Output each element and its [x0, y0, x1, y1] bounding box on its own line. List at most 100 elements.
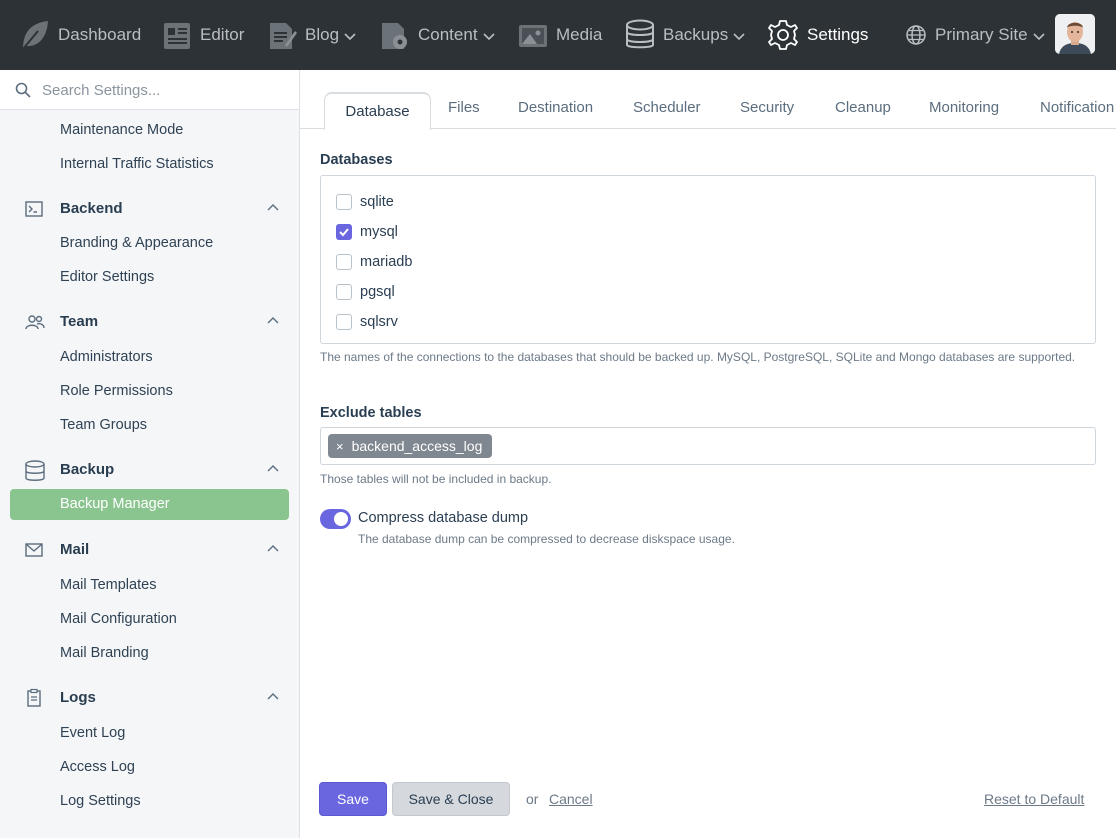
nav-backups[interactable]: Backups	[625, 0, 745, 70]
nav-editor[interactable]: Editor	[162, 0, 244, 70]
checkmark-icon	[339, 228, 349, 237]
nav-backups-label: Backups	[663, 25, 729, 44]
checkbox-sqlsrv[interactable]: sqlsrv	[336, 313, 398, 331]
sidebar-item-event-log[interactable]: Event Log	[60, 725, 125, 741]
tab-files[interactable]: Files	[448, 99, 480, 116]
chevron-up-icon	[267, 693, 279, 700]
compress-dump-label: Compress database dump	[358, 510, 529, 526]
globe-icon	[906, 25, 926, 45]
nav-dashboard[interactable]: Dashboard	[20, 0, 141, 70]
content-icon	[382, 23, 407, 49]
mail-icon	[25, 543, 43, 557]
sidebar-item-maintenance-mode[interactable]: Maintenance Mode	[60, 122, 183, 138]
checkbox[interactable]	[336, 314, 352, 330]
tab-cleanup[interactable]: Cleanup	[835, 99, 891, 116]
nav-editor-label: Editor	[200, 25, 245, 44]
chevron-up-icon	[267, 317, 279, 324]
checkbox-sqlite[interactable]: sqlite	[336, 193, 394, 211]
avatar[interactable]	[1055, 14, 1095, 54]
settings-search	[0, 70, 299, 110]
databases-checkbox-list: sqlite mysql mariadb pgsql sqlsrv	[320, 175, 1096, 344]
user-avatar-icon	[1055, 14, 1095, 54]
tab-scheduler[interactable]: Scheduler	[633, 99, 701, 116]
sidebar-item-label: Backup Manager	[60, 496, 170, 512]
checkbox-mariadb[interactable]: mariadb	[336, 253, 412, 271]
exclude-tables-input[interactable]: × backend_access_log	[320, 427, 1096, 465]
team-icon	[25, 315, 45, 330]
nav-content-label: Content	[418, 25, 478, 44]
save-button[interactable]: Save	[319, 782, 387, 816]
sidebar-group-title: Team	[60, 313, 99, 330]
sidebar-group-mail[interactable]: Mail	[0, 538, 299, 562]
checkbox-pgsql[interactable]: pgsql	[336, 283, 395, 301]
top-navigation-bar: Dashboard Editor Blog Content Media Back…	[0, 0, 1116, 70]
compress-dump-help-text: The database dump can be compressed to d…	[358, 532, 735, 546]
blog-icon	[270, 23, 297, 49]
terminal-icon	[25, 201, 43, 217]
sidebar-group-title: Logs	[60, 689, 96, 706]
sidebar-item-role-permissions[interactable]: Role Permissions	[60, 383, 173, 399]
tab-database[interactable]: Database	[324, 92, 431, 130]
search-icon	[15, 82, 31, 98]
chevron-up-icon	[267, 465, 279, 472]
checkbox-label: pgsql	[360, 284, 395, 300]
checkbox[interactable]	[336, 194, 352, 210]
sidebar-item-backup-manager[interactable]: Backup Manager	[10, 489, 289, 520]
checkbox[interactable]	[336, 254, 352, 270]
reset-to-default-link[interactable]: Reset to Default	[984, 791, 1084, 807]
databases-label: Databases	[320, 152, 393, 168]
database-icon	[25, 460, 45, 481]
tab-monitoring[interactable]: Monitoring	[929, 99, 999, 116]
gear-icon	[768, 20, 798, 50]
checkbox-mysql[interactable]: mysql	[336, 223, 398, 241]
exclude-tables-help-text: Those tables will not be included in bac…	[320, 472, 552, 486]
sidebar-item-log-settings[interactable]: Log Settings	[60, 793, 141, 809]
sidebar-item-mail-templates[interactable]: Mail Templates	[60, 577, 156, 593]
tag-label: backend_access_log	[351, 438, 483, 454]
nav-dashboard-label: Dashboard	[58, 25, 142, 44]
sidebar-item-editor-settings[interactable]: Editor Settings	[60, 269, 154, 285]
sidebar-item-administrators[interactable]: Administrators	[60, 349, 153, 365]
tab-destination[interactable]: Destination	[518, 99, 593, 116]
cancel-link[interactable]: Cancel	[549, 791, 593, 807]
sidebar-group-title: Backup	[60, 461, 115, 478]
settings-sidebar: Maintenance Mode Internal Traffic Statis…	[0, 70, 300, 838]
nav-settings[interactable]: Settings	[767, 0, 868, 70]
sidebar-item-branding-appearance[interactable]: Branding & Appearance	[60, 235, 213, 251]
search-input[interactable]	[42, 78, 282, 102]
sidebar-item-team-groups[interactable]: Team Groups	[60, 417, 147, 433]
nav-blog-label: Blog	[305, 25, 340, 44]
tag-backend-access-log: × backend_access_log	[328, 434, 493, 458]
sidebar-item-access-log[interactable]: Access Log	[60, 759, 135, 775]
or-text: or	[526, 791, 539, 807]
nav-media[interactable]: Media	[518, 0, 602, 70]
tab-notification[interactable]: Notification	[1040, 99, 1114, 116]
tab-security[interactable]: Security	[740, 99, 794, 116]
sidebar-group-backup[interactable]: Backup	[0, 458, 299, 482]
leaf-icon	[22, 21, 48, 50]
nav-content[interactable]: Content	[380, 0, 495, 70]
sidebar-group-logs[interactable]: Logs	[0, 686, 299, 710]
sidebar-group-backend[interactable]: Backend	[0, 197, 299, 221]
database-icon	[626, 19, 654, 49]
save-and-close-button[interactable]: Save & Close	[392, 782, 510, 816]
sidebar-group-title: Backend	[60, 200, 123, 217]
nav-blog[interactable]: Blog	[267, 0, 356, 70]
settings-tabs: Database Files Destination Scheduler Sec…	[300, 70, 1116, 130]
sidebar-item-mail-branding[interactable]: Mail Branding	[60, 645, 149, 661]
checkbox-checked[interactable]	[336, 224, 352, 240]
compress-dump-toggle[interactable]	[320, 509, 351, 529]
sidebar-item-mail-configuration[interactable]: Mail Configuration	[60, 611, 177, 627]
chevron-down-icon	[733, 32, 745, 40]
nav-site-selector[interactable]: Primary Site	[905, 0, 1045, 70]
chevron-up-icon	[267, 204, 279, 211]
sidebar-item-internal-traffic-statistics[interactable]: Internal Traffic Statistics	[60, 156, 214, 172]
checkbox[interactable]	[336, 284, 352, 300]
clipboard-icon	[27, 688, 41, 707]
checkbox-label: mariadb	[360, 254, 413, 270]
editor-icon	[164, 23, 190, 49]
tag-remove-icon[interactable]: ×	[336, 439, 344, 454]
sidebar-group-team[interactable]: Team	[0, 310, 299, 334]
sidebar-group-title: Mail	[60, 541, 90, 558]
checkbox-label: sqlsrv	[360, 314, 398, 330]
